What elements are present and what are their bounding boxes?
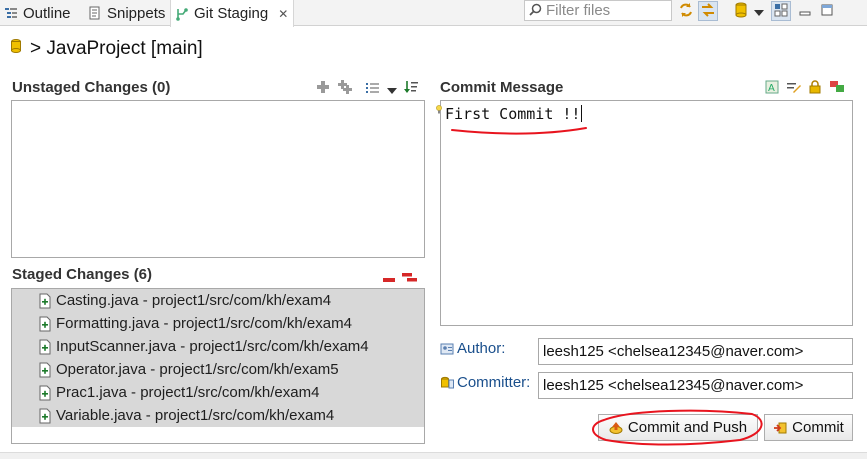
sort-icon[interactable] (404, 80, 418, 97)
file-label: Prac1.java - project1/src/com/kh/exam4 (56, 384, 320, 401)
java-file-added-icon (38, 316, 52, 332)
add-icon[interactable] (316, 80, 330, 97)
svg-text:A: A (768, 83, 775, 94)
add-all-icon[interactable] (337, 80, 353, 97)
list-item[interactable]: Casting.java - project1/src/com/kh/exam4 (12, 289, 424, 312)
author-icon (440, 342, 454, 356)
commit-icon (773, 421, 787, 435)
list-item[interactable]: InputScanner.java - project1/src/com/kh/… (12, 335, 424, 358)
commit-toolbar: A (765, 80, 845, 97)
repository-icon (734, 2, 748, 21)
search-icon (529, 3, 542, 19)
file-label: Formatting.java - project1/src/com/kh/ex… (56, 315, 352, 332)
committer-field[interactable]: leesh125 <chelsea12345@naver.com> (538, 372, 853, 399)
committer-value: leesh125 <chelsea12345@naver.com> (543, 377, 804, 394)
remove-all-icon[interactable] (402, 270, 418, 286)
close-icon[interactable]: ✕ (278, 7, 288, 21)
layout-icon (774, 3, 788, 20)
view-tab-bar: Outline Snippets Git Staging ✕ Filter fi… (0, 0, 867, 27)
commit-message-input[interactable]: First Commit !! (440, 100, 853, 326)
sync-icon (678, 2, 694, 21)
committer-label-text: Committer: (457, 374, 531, 391)
java-file-added-icon (38, 362, 52, 378)
repository-menu-button[interactable] (752, 1, 766, 21)
remove-icon[interactable] (382, 270, 396, 286)
file-label: Variable.java - project1/src/com/kh/exam… (56, 407, 335, 424)
unstaged-changes-title: Unstaged Changes (0) (12, 79, 171, 96)
tab-label: Outline (23, 4, 71, 22)
signed-off-icon[interactable] (809, 80, 821, 97)
lightbulb-icon (436, 101, 442, 117)
unstaged-toolbar (316, 80, 418, 97)
staged-files: Casting.java - project1/src/com/kh/exam4… (12, 289, 424, 427)
page-title: > JavaProject [main] (30, 38, 203, 59)
author-field[interactable]: leesh125 <chelsea12345@naver.com> (538, 338, 853, 365)
java-file-added-icon (38, 408, 52, 424)
java-file-added-icon (38, 339, 52, 355)
unstaged-changes-list[interactable] (11, 100, 425, 258)
list-view-icon[interactable] (366, 81, 380, 97)
tab-git-staging[interactable]: Git Staging ✕ (170, 0, 294, 27)
tab-label: Snippets (107, 4, 166, 22)
java-file-added-icon (38, 293, 52, 309)
commit-message-title: Commit Message (440, 79, 564, 96)
dropdown-arrow-icon (754, 3, 764, 19)
outline-icon (4, 6, 18, 20)
tab-snippets[interactable]: Snippets (88, 0, 165, 26)
view-menu-icon[interactable] (387, 81, 397, 97)
filter-files-input[interactable]: Filter files (524, 0, 672, 21)
maximize-button[interactable] (817, 1, 837, 21)
minimize-icon (798, 3, 812, 20)
maximize-icon (820, 3, 834, 20)
snippets-icon (88, 6, 102, 20)
commit-and-push-button[interactable]: Commit and Push (598, 414, 758, 441)
committer-label[interactable]: Committer: (440, 374, 530, 391)
author-label-text: Author: (457, 340, 506, 357)
repository-title: > JavaProject [main] (10, 36, 203, 62)
tab-label: Git Staging (194, 5, 269, 22)
edit-message-icon[interactable] (787, 80, 801, 97)
push-icon (609, 421, 623, 435)
bottom-border (0, 452, 867, 459)
file-label: InputScanner.java - project1/src/com/kh/… (56, 338, 369, 355)
committer-icon (440, 376, 454, 390)
commit-message-text: First Commit !! (445, 105, 581, 123)
change-id-icon[interactable] (829, 80, 845, 97)
staged-changes-list[interactable]: Casting.java - project1/src/com/kh/exam4… (11, 288, 425, 444)
filter-placeholder: Filter files (546, 2, 611, 19)
link-selection-icon (700, 2, 716, 21)
commit-and-push-label: Commit and Push (627, 419, 748, 436)
file-label: Operator.java - project1/src/com/kh/exam… (56, 361, 339, 378)
list-item[interactable]: Prac1.java - project1/src/com/kh/exam4 (12, 381, 424, 404)
staged-changes-title: Staged Changes (6) (12, 266, 153, 283)
author-label[interactable]: Author: (440, 340, 505, 357)
repository-button[interactable] (731, 1, 751, 21)
spell-check-icon[interactable]: A (765, 80, 779, 97)
git-staging-icon (175, 7, 189, 21)
file-label: Casting.java - project1/src/com/kh/exam4 (56, 292, 332, 309)
author-value: leesh125 <chelsea12345@naver.com> (543, 343, 804, 360)
sync-button[interactable] (676, 1, 696, 21)
minimize-button[interactable] (795, 1, 815, 21)
commit-label: Commit (792, 419, 844, 436)
repository-icon (10, 38, 22, 60)
java-file-added-icon (38, 385, 52, 401)
list-item[interactable]: Formatting.java - project1/src/com/kh/ex… (12, 312, 424, 335)
link-selection-button[interactable] (698, 1, 718, 21)
layout-button[interactable] (771, 1, 791, 21)
tab-outline[interactable]: Outline (4, 0, 71, 26)
staged-toolbar (382, 270, 418, 286)
commit-button[interactable]: Commit (764, 414, 853, 441)
list-item[interactable]: Operator.java - project1/src/com/kh/exam… (12, 358, 424, 381)
list-item[interactable]: Variable.java - project1/src/com/kh/exam… (12, 404, 424, 427)
